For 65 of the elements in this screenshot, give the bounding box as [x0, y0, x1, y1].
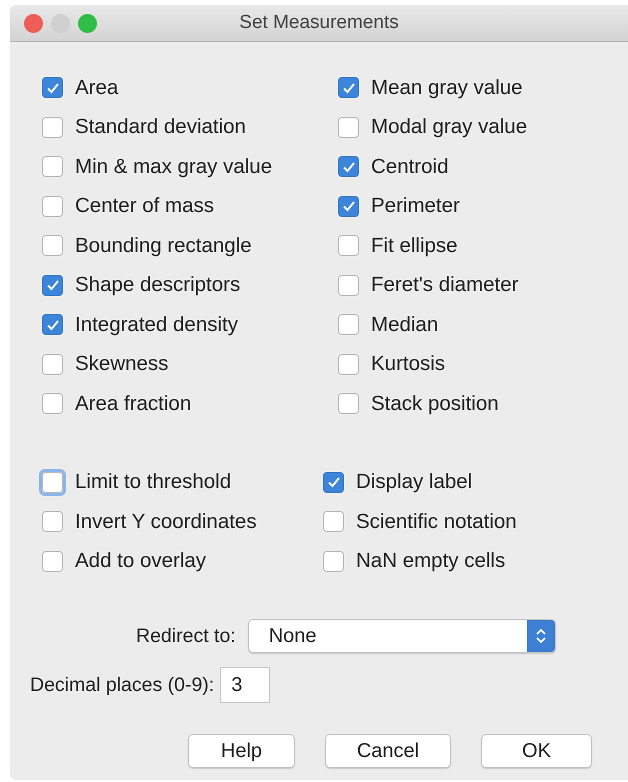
checkbox[interactable] — [323, 550, 344, 572]
checkbox[interactable] — [323, 472, 344, 493]
zoom-button[interactable] — [78, 14, 97, 32]
checkbox[interactable] — [42, 77, 63, 98]
checkbox-label[interactable]: Skewness — [75, 352, 168, 376]
decimal-places-field[interactable]: 3 — [220, 667, 270, 703]
checkbox[interactable] — [42, 235, 63, 256]
checkbox[interactable] — [42, 511, 63, 532]
redirect-dropdown[interactable]: None — [248, 619, 556, 653]
checkbox-label[interactable]: Integrated density — [75, 312, 238, 337]
checkbox-label[interactable]: Perimeter — [371, 194, 460, 218]
redirect-label: Redirect to: — [136, 624, 236, 648]
checkbox[interactable] — [42, 116, 63, 138]
checkbox[interactable] — [338, 77, 359, 98]
checkbox[interactable] — [42, 274, 63, 296]
checkbox[interactable] — [338, 274, 359, 296]
help-button[interactable]: Help — [188, 734, 295, 768]
checkbox-label[interactable]: Area fraction — [75, 392, 192, 416]
checkbox-label[interactable]: Feret's diameter — [371, 273, 518, 298]
ok-button[interactable]: OK — [481, 734, 592, 768]
checkbox-label[interactable]: Scientific notation — [356, 510, 517, 534]
stepper-chevrons-icon — [534, 626, 547, 646]
checkbox-label[interactable]: Display label — [356, 470, 472, 494]
checkbox-label[interactable]: NaN empty cells — [356, 549, 506, 574]
checkbox-label[interactable]: Min & max gray value — [75, 154, 272, 179]
checkmark-icon — [326, 475, 340, 490]
checkmark-icon — [46, 80, 60, 95]
checkbox[interactable] — [338, 156, 359, 178]
checkbox[interactable] — [338, 196, 359, 217]
checkbox[interactable] — [42, 393, 63, 414]
checkbox[interactable] — [42, 196, 63, 217]
checkbox-label[interactable]: Mean gray value — [371, 76, 523, 100]
checkbox[interactable] — [338, 354, 359, 375]
checkbox[interactable] — [42, 550, 63, 572]
checkbox-label[interactable]: Add to overlay — [75, 549, 206, 574]
checkbox-label[interactable]: Centroid — [371, 154, 448, 179]
checkbox[interactable] — [338, 116, 359, 138]
checkbox[interactable] — [42, 354, 63, 375]
cancel-button[interactable]: Cancel — [325, 734, 451, 768]
checkbox-label[interactable]: Shape descriptors — [75, 273, 240, 298]
checkbox[interactable] — [338, 314, 359, 336]
checkbox-label[interactable]: Area — [75, 76, 118, 100]
checkbox-label[interactable]: Kurtosis — [371, 352, 446, 376]
checkbox-label[interactable]: Bounding rectangle — [75, 234, 252, 258]
checkbox-label[interactable]: Standard deviation — [75, 115, 246, 140]
decimal-places-label: Decimal places (0-9): — [30, 674, 214, 696]
checkbox-label[interactable]: Modal gray value — [371, 115, 528, 140]
checkbox[interactable] — [42, 314, 63, 336]
checkbox[interactable] — [42, 156, 63, 178]
checkbox-label[interactable]: Limit to threshold — [75, 470, 232, 494]
checkbox-label[interactable]: Invert Y coordinates — [75, 510, 257, 534]
checkbox[interactable] — [338, 235, 359, 256]
checkbox-label[interactable]: Stack position — [371, 392, 499, 416]
checkmark-icon — [342, 160, 356, 174]
checkmark-icon — [46, 318, 60, 332]
close-button[interactable] — [24, 14, 43, 32]
checkmark-icon — [342, 80, 356, 95]
checkbox[interactable] — [323, 511, 344, 532]
checkmark-icon — [46, 278, 60, 292]
checkbox-label[interactable]: Center of mass — [75, 194, 214, 218]
checkbox-label[interactable]: Fit ellipse — [371, 234, 458, 258]
checkmark-icon — [342, 199, 356, 214]
window-title: Set Measurements — [239, 12, 399, 33]
checkbox[interactable] — [338, 393, 359, 414]
checkbox-label[interactable]: Median — [371, 312, 438, 337]
